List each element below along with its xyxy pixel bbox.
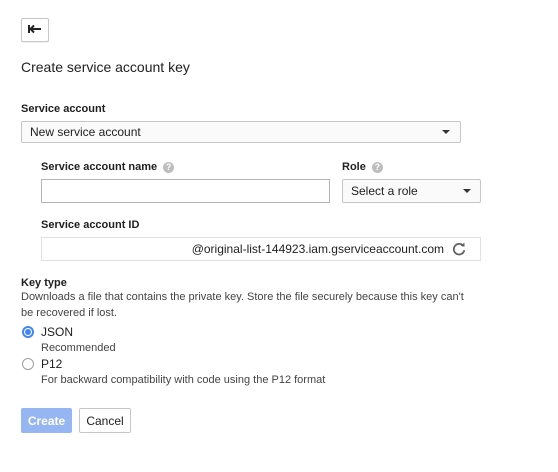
back-arrow-icon [28,23,42,37]
key-type-description: Downloads a file that contains the priva… [21,291,464,319]
key-type-label: Key type [21,277,67,289]
json-option-sublabel: Recommended [41,342,116,354]
service-account-id-label: Service account ID [41,219,140,231]
service-account-id-field[interactable]: @original-list-144923.iam.gserviceaccoun… [41,237,481,261]
service-account-id-domain-suffix: @original-list-144923.iam.gserviceaccoun… [191,242,444,256]
page-title: Create service account key [21,59,190,75]
p12-radio[interactable] [22,358,34,370]
p12-option-sublabel: For backward compatibility with code usi… [41,374,326,386]
role-selected-value: Select a role [351,184,418,198]
role-label-text: Role [342,161,366,173]
back-button[interactable] [21,18,49,42]
service-account-name-label: Service account name? [41,161,175,173]
role-label: Role? [342,161,383,173]
refresh-icon[interactable] [452,242,466,259]
json-radio[interactable] [22,326,34,338]
create-button[interactable]: Create [21,408,72,433]
service-account-label: Service account [21,103,106,115]
json-option-label[interactable]: JSON [41,325,73,339]
service-account-selected-value: New service account [30,125,141,139]
help-icon[interactable]: ? [163,161,175,173]
role-select[interactable]: Select a role [342,179,481,203]
cancel-button[interactable]: Cancel [79,408,131,433]
help-icon[interactable]: ? [371,161,383,173]
chevron-down-icon [463,189,471,193]
service-account-select[interactable]: New service account [21,121,461,143]
chevron-down-icon [442,130,450,134]
p12-option-label[interactable]: P12 [41,357,62,371]
service-account-name-label-text: Service account name [41,161,158,173]
service-account-name-input[interactable] [41,179,330,203]
